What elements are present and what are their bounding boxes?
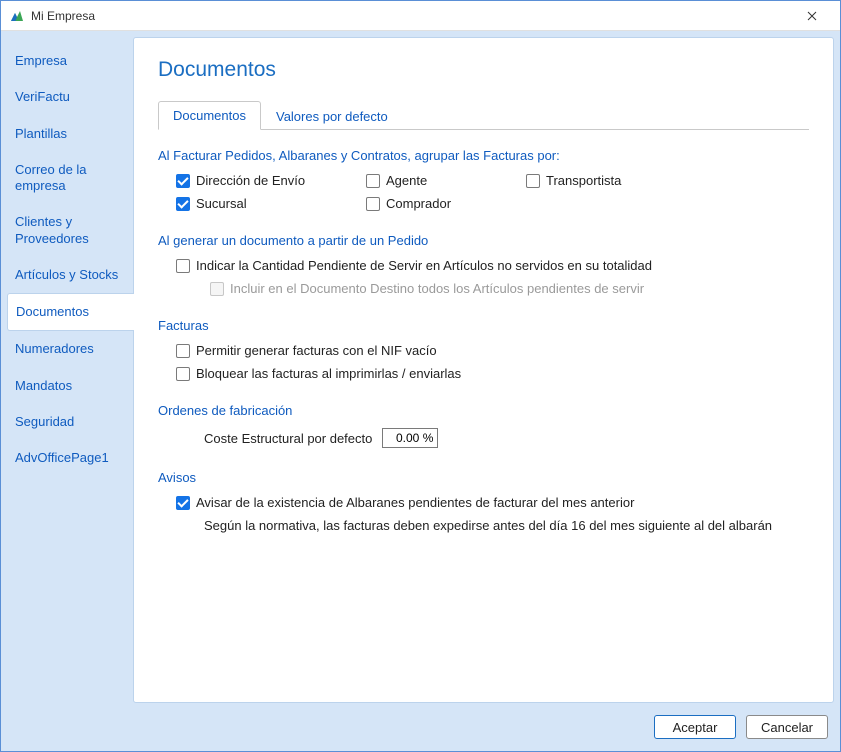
checkbox-label: Indicar la Cantidad Pendiente de Servir … bbox=[196, 258, 652, 273]
section-title: Facturas bbox=[158, 318, 809, 333]
checkbox-agente[interactable]: Agente bbox=[366, 173, 526, 188]
body: Empresa VeriFactu Plantillas Correo de l… bbox=[1, 31, 840, 751]
sidebar-item-label: Seguridad bbox=[15, 414, 74, 429]
checkbox-icon bbox=[176, 259, 190, 273]
checkbox-icon bbox=[176, 197, 190, 211]
checkbox-direccion-envio[interactable]: Dirección de Envío bbox=[176, 173, 366, 188]
app-icon bbox=[9, 8, 25, 24]
sidebar-item-label: Artículos y Stocks bbox=[15, 267, 118, 282]
checkbox-label: Incluir en el Documento Destino todos lo… bbox=[230, 281, 644, 296]
checkbox-label: Agente bbox=[386, 173, 427, 188]
sidebar-item-mandatos[interactable]: Mandatos bbox=[7, 368, 133, 404]
content: Documentos Documentos Valores por defect… bbox=[133, 37, 834, 703]
tab-label: Valores por defecto bbox=[276, 109, 388, 124]
checkbox-icon bbox=[526, 174, 540, 188]
section-gen-from-order: Al generar un documento a partir de un P… bbox=[158, 233, 809, 296]
section-title: Avisos bbox=[158, 470, 809, 485]
checkbox-icon bbox=[210, 282, 224, 296]
sidebar-item-label: Plantillas bbox=[15, 126, 67, 141]
page-title: Documentos bbox=[158, 58, 809, 82]
checkbox-label: Avisar de la existencia de Albaranes pen… bbox=[196, 495, 634, 510]
accept-button[interactable]: Aceptar bbox=[654, 715, 736, 739]
gen-from-order-stack: Indicar la Cantidad Pendiente de Servir … bbox=[158, 258, 809, 296]
sidebar: Empresa VeriFactu Plantillas Correo de l… bbox=[1, 37, 133, 703]
checkbox-icon bbox=[176, 174, 190, 188]
window-title: Mi Empresa bbox=[31, 9, 95, 23]
sidebar-item-label: Correo de la empresa bbox=[15, 162, 87, 193]
close-icon bbox=[807, 11, 817, 21]
tab-valores-por-defecto[interactable]: Valores por defecto bbox=[261, 102, 403, 130]
checkbox-label: Dirección de Envío bbox=[196, 173, 305, 188]
sidebar-item-articulos[interactable]: Artículos y Stocks bbox=[7, 257, 133, 293]
sidebar-item-correo[interactable]: Correo de la empresa bbox=[7, 152, 133, 205]
sidebar-item-documentos[interactable]: Documentos bbox=[7, 293, 134, 331]
window: Mi Empresa Empresa VeriFactu Plantillas … bbox=[0, 0, 841, 752]
sidebar-item-label: Mandatos bbox=[15, 378, 72, 393]
checkbox-include-all-pending: Incluir en el Documento Destino todos lo… bbox=[176, 281, 809, 296]
checkbox-allow-empty-nif[interactable]: Permitir generar facturas con el NIF vac… bbox=[176, 343, 809, 358]
sidebar-item-label: Clientes y Proveedores bbox=[15, 214, 89, 245]
facturas-stack: Permitir generar facturas con el NIF vac… bbox=[158, 343, 809, 381]
sidebar-item-empresa[interactable]: Empresa bbox=[7, 43, 133, 79]
checkbox-label: Bloquear las facturas al imprimirlas / e… bbox=[196, 366, 461, 381]
checkbox-label: Permitir generar facturas con el NIF vac… bbox=[196, 343, 437, 358]
tabs: Documentos Valores por defecto bbox=[158, 100, 809, 130]
section-ordenes: Ordenes de fabricación Coste Estructural… bbox=[158, 403, 809, 448]
close-button[interactable] bbox=[792, 1, 832, 31]
titlebar: Mi Empresa bbox=[1, 1, 840, 31]
checkbox-icon bbox=[366, 174, 380, 188]
tab-documentos[interactable]: Documentos bbox=[158, 101, 261, 130]
checkbox-comprador[interactable]: Comprador bbox=[366, 196, 526, 211]
section-avisos: Avisos Avisar de la existencia de Albara… bbox=[158, 470, 809, 533]
checkbox-label: Sucursal bbox=[196, 196, 247, 211]
sidebar-item-label: Empresa bbox=[15, 53, 67, 68]
section-group-invoices: Al Facturar Pedidos, Albaranes y Contrat… bbox=[158, 148, 809, 211]
cost-label: Coste Estructural por defecto bbox=[204, 431, 372, 446]
checkbox-transportista[interactable]: Transportista bbox=[526, 173, 686, 188]
sidebar-item-clientes[interactable]: Clientes y Proveedores bbox=[7, 204, 133, 257]
tab-label: Documentos bbox=[173, 108, 246, 123]
group-invoices-grid: Dirección de Envío Agente Transportista bbox=[158, 173, 809, 211]
avisos-note: Según la normativa, las facturas deben e… bbox=[176, 518, 809, 533]
sidebar-item-verifactu[interactable]: VeriFactu bbox=[7, 79, 133, 115]
checkbox-warn-pending-albaranes[interactable]: Avisar de la existencia de Albaranes pen… bbox=[176, 495, 809, 510]
checkbox-icon bbox=[176, 496, 190, 510]
section-facturas: Facturas Permitir generar facturas con e… bbox=[158, 318, 809, 381]
section-title: Al Facturar Pedidos, Albaranes y Contrat… bbox=[158, 148, 809, 163]
checkbox-sucursal[interactable]: Sucursal bbox=[176, 196, 366, 211]
cost-field: Coste Estructural por defecto bbox=[158, 428, 809, 448]
checkbox-indicate-pending[interactable]: Indicar la Cantidad Pendiente de Servir … bbox=[176, 258, 809, 273]
avisos-stack: Avisar de la existencia de Albaranes pen… bbox=[158, 495, 809, 533]
section-title: Al generar un documento a partir de un P… bbox=[158, 233, 809, 248]
sidebar-item-label: Documentos bbox=[16, 304, 89, 319]
checkbox-lock-on-print[interactable]: Bloquear las facturas al imprimirlas / e… bbox=[176, 366, 809, 381]
sidebar-item-label: AdvOfficePage1 bbox=[15, 450, 109, 465]
cost-input[interactable] bbox=[382, 428, 438, 448]
main-row: Empresa VeriFactu Plantillas Correo de l… bbox=[1, 31, 840, 703]
footer: Aceptar Cancelar bbox=[1, 703, 840, 751]
section-title: Ordenes de fabricación bbox=[158, 403, 809, 418]
checkbox-icon bbox=[176, 367, 190, 381]
cancel-button[interactable]: Cancelar bbox=[746, 715, 828, 739]
sidebar-item-label: Numeradores bbox=[15, 341, 94, 356]
checkbox-icon bbox=[176, 344, 190, 358]
sidebar-item-seguridad[interactable]: Seguridad bbox=[7, 404, 133, 440]
sidebar-item-label: VeriFactu bbox=[15, 89, 70, 104]
sidebar-item-plantillas[interactable]: Plantillas bbox=[7, 116, 133, 152]
checkbox-label: Transportista bbox=[546, 173, 621, 188]
checkbox-icon bbox=[366, 197, 380, 211]
checkbox-label: Comprador bbox=[386, 196, 451, 211]
sidebar-item-numeradores[interactable]: Numeradores bbox=[7, 331, 133, 367]
sidebar-item-advofficepage1[interactable]: AdvOfficePage1 bbox=[7, 440, 133, 476]
